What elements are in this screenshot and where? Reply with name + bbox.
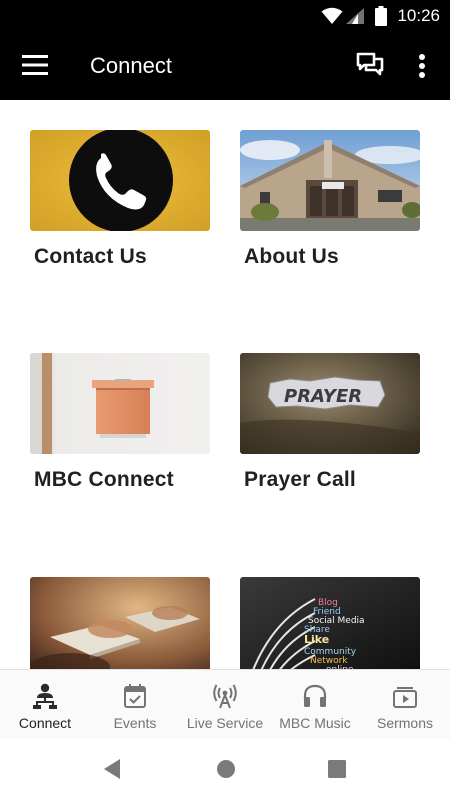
status-bar: 10:26: [0, 0, 450, 32]
calendar-check-icon: [124, 684, 146, 708]
social-network-image: Blog Friend Social Media Share Like Comm…: [240, 577, 420, 669]
tile-prayer-call[interactable]: PRAYER Prayer Call: [240, 353, 420, 492]
people-network-icon: [33, 683, 57, 709]
tile-label: About Us: [244, 245, 339, 268]
nav-label: MBC Music: [279, 715, 351, 731]
mailbox-image: [30, 353, 210, 454]
app-bar: Connect: [0, 32, 450, 100]
open-bibles-image: [30, 577, 210, 669]
more-vert-icon[interactable]: [412, 52, 432, 80]
wifi-icon: [321, 7, 343, 24]
nav-events[interactable]: Events: [90, 670, 180, 740]
nav-label: Connect: [18, 715, 72, 731]
nav-label: Live Service: [186, 715, 264, 731]
home-icon[interactable]: [216, 759, 236, 779]
nav-connect[interactable]: Connect: [0, 670, 90, 740]
tile-mbc-connect[interactable]: MBC Connect: [30, 353, 210, 492]
connect-grid: Contact Us About Us MBC Connect PRAYER P…: [0, 100, 450, 669]
nav-label: Sermons: [376, 715, 434, 731]
page-title: Connect: [90, 53, 172, 78]
social-word: Like: [304, 633, 329, 646]
system-navigation-bar: [0, 739, 450, 800]
tile-about-us[interactable]: About Us: [240, 130, 420, 269]
prayer-paper-image: PRAYER: [240, 353, 420, 454]
clock: 10:26: [397, 6, 440, 25]
tile-label: Contact Us: [34, 245, 147, 268]
chat-icon[interactable]: [356, 51, 384, 79]
tile-label: Prayer Call: [244, 468, 356, 491]
video-play-icon: [393, 687, 417, 708]
nav-sermons[interactable]: Sermons: [360, 670, 450, 740]
tile-bible-study[interactable]: [30, 577, 210, 669]
back-icon[interactable]: [102, 758, 122, 780]
broadcast-tower-icon: [213, 684, 237, 709]
recent-apps-icon[interactable]: [328, 760, 346, 778]
bottom-navigation: Connect Events Live Service MBC Music Se…: [0, 669, 450, 739]
battery-icon: [375, 6, 387, 26]
church-building-image: [240, 130, 420, 231]
tile-label: MBC Connect: [34, 468, 174, 491]
nav-mbc-music[interactable]: MBC Music: [270, 670, 360, 740]
prayer-word: PRAYER: [284, 386, 362, 407]
nav-label: Events: [113, 715, 157, 731]
nav-live-service[interactable]: Live Service: [180, 670, 270, 740]
tile-social-media[interactable]: Blog Friend Social Media Share Like Comm…: [240, 577, 420, 669]
headphones-icon: [303, 684, 327, 707]
hamburger-menu-icon[interactable]: [22, 54, 48, 76]
signal-icon: [346, 8, 364, 24]
tile-contact-us[interactable]: Contact Us: [30, 130, 210, 269]
phone-image: [30, 130, 210, 231]
